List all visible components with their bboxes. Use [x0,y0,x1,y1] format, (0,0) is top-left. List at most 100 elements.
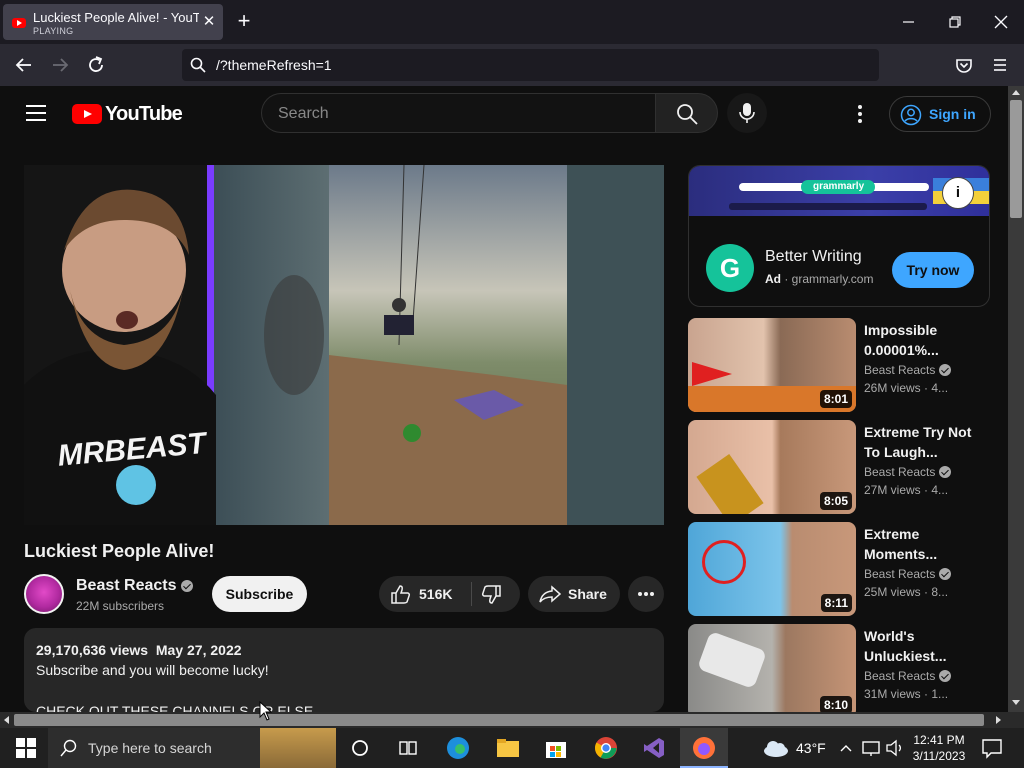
youtube-logo-text: YouTube [105,103,183,125]
youtube-favicon-icon [12,18,26,28]
channel-name[interactable]: Beast Reacts [76,577,193,595]
mouse-cursor-icon [259,701,273,721]
related-video[interactable]: 8:05 Extreme Try Not To Laugh... Beast R… [688,420,1008,514]
related-thumbnail[interactable]: 8:05 [688,420,856,514]
banner-brand: grammarly [813,181,865,192]
video-description[interactable]: 29,170,636 views May 27, 2022 Subscribe … [24,628,664,712]
ad-domain: grammarly.com [791,272,874,286]
grammarly-ad[interactable]: grammarly i G Better Writing Ad · gramma… [688,165,990,307]
taskbar-search-placeholder: Type here to search [88,740,212,756]
close-window-icon[interactable] [989,10,1013,34]
firefox-active-app[interactable] [680,728,728,768]
scroll-left-arrow-icon[interactable] [4,716,9,724]
search-highlight-image [260,728,336,768]
scroll-up-arrow-icon[interactable] [1012,90,1020,95]
thumbs-down-icon[interactable] [480,585,502,605]
related-video[interactable]: 8:10 World's Unluckiest... Beast Reacts … [688,624,1008,718]
firefox-icon [693,737,715,759]
ad-info-icon[interactable]: i [942,177,974,209]
hamburger-menu-icon[interactable] [26,105,46,121]
voice-search-button[interactable] [727,93,767,133]
video-player[interactable]: MRBEAST [24,165,664,525]
windows-start-icon[interactable] [14,736,38,760]
windows-taskbar: Type here to search 43°F 12:41 PM 3/11/2… [0,728,1024,768]
account-icon [900,104,922,126]
share-button[interactable]: Share [528,576,620,612]
related-video[interactable]: 8:01 Impossible 0.00001%... Beast Reacts… [688,318,1008,412]
search-placeholder: Search [278,105,329,122]
weather-cloud-icon[interactable] [762,736,788,760]
upload-date: May 27, 2022 [155,642,242,658]
ad-title[interactable]: Better Writing [765,248,862,266]
search-button[interactable] [655,93,718,133]
video-duration: 8:05 [819,492,852,510]
horizontal-scroll-thumb[interactable] [14,714,984,726]
task-view-icon[interactable] [396,736,420,760]
related-title[interactable]: Impossible 0.00001%... [864,320,974,360]
network-icon[interactable] [860,736,884,760]
sign-in-button[interactable]: Sign in [889,96,991,132]
file-explorer-icon[interactable] [496,736,520,760]
more-horizontal-icon [638,592,654,596]
verified-check-icon [939,364,952,376]
pocket-icon[interactable] [952,53,976,77]
related-title[interactable]: World's Unluckiest... [864,626,974,666]
related-thumbnail[interactable]: 8:01 [688,318,856,412]
view-count: 29,170,636 views [36,642,149,658]
related-channel-name: Beast Reacts [864,465,936,479]
tab-close-icon[interactable]: ✕ [201,14,217,30]
chrome-icon[interactable] [594,736,618,760]
clock-time: 12:41 PM [913,733,965,747]
vertical-scroll-thumb[interactable] [1010,100,1022,218]
description-line-1: Subscribe and you will become lucky! [36,662,269,678]
address-bar[interactable]: /?themeRefresh=1 [182,49,879,81]
minimize-window-icon[interactable] [897,10,921,34]
subscribe-button[interactable]: Subscribe [212,576,307,612]
related-channel: Beast Reacts [864,567,952,581]
taskbar-search-input[interactable]: Type here to search [48,728,336,768]
edge-browser-icon[interactable] [446,736,470,760]
new-tab-plus-icon[interactable]: + [232,10,256,34]
try-now-button[interactable]: Try now [892,252,974,288]
grammarly-logo[interactable]: G [706,244,754,292]
related-title[interactable]: Extreme Try Not To Laugh... [864,422,974,462]
scroll-right-arrow-icon[interactable] [996,716,1001,724]
scroll-down-arrow-icon[interactable] [1012,700,1020,705]
share-label: Share [568,586,607,602]
notifications-icon[interactable] [980,736,1004,760]
video-frame: MRBEAST [24,165,664,525]
reload-icon[interactable] [84,53,108,77]
related-thumbnail[interactable]: 8:10 [688,624,856,718]
video-duration: 8:11 [820,594,852,612]
share-arrow-icon [539,585,561,603]
related-channel-name: Beast Reacts [864,669,936,683]
browser-tab[interactable]: Luckiest People Alive! - YouTube PLAYING… [3,4,223,40]
thumbs-up-icon[interactable] [390,584,412,604]
visual-studio-icon[interactable] [642,736,666,760]
taskbar-clock[interactable]: 12:41 PM 3/11/2023 [908,732,970,764]
forward-arrow-icon[interactable] [48,53,72,77]
menu-icon[interactable] [988,53,1012,77]
verified-check-icon [939,568,952,580]
related-video[interactable]: 8:11 Extreme Moments... Beast Reacts 25M… [688,522,1008,616]
restore-window-icon[interactable] [943,10,967,34]
cortana-circle-icon[interactable] [348,736,372,760]
weather-temperature[interactable]: 43°F [796,740,826,756]
like-divider [471,582,472,606]
volume-icon[interactable] [884,736,908,760]
search-input[interactable]: Search [261,93,655,133]
search-icon [190,57,206,73]
related-channel: Beast Reacts [864,669,952,683]
video-duration: 8:01 [819,390,852,408]
like-count[interactable]: 516K [419,586,452,602]
settings-more-icon[interactable] [850,102,870,126]
related-title[interactable]: Extreme Moments... [864,524,974,564]
back-arrow-icon[interactable] [12,53,36,77]
show-hidden-icons-chevron-icon[interactable] [838,736,862,760]
related-channel: Beast Reacts [864,363,952,377]
ad-label: Ad [765,272,781,286]
microsoft-store-icon[interactable] [544,736,568,760]
more-actions-button[interactable] [628,576,664,612]
channel-avatar[interactable] [24,574,64,614]
related-thumbnail[interactable]: 8:11 [688,522,856,616]
